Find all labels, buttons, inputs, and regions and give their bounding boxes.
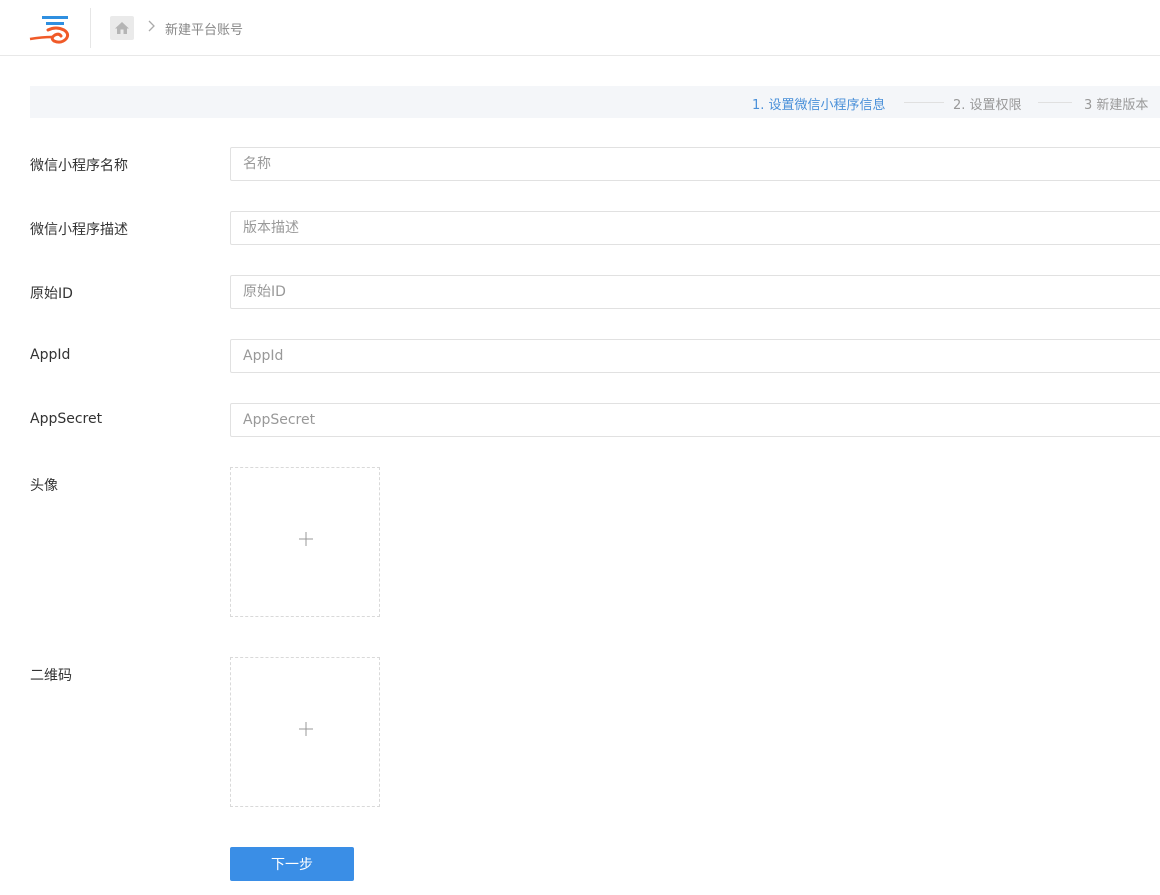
app-secret-input[interactable] [230, 403, 1160, 437]
qrcode-upload[interactable] [230, 657, 380, 807]
plus-icon [299, 722, 313, 736]
cloud-logo-icon[interactable] [28, 14, 74, 46]
name-input[interactable] [230, 147, 1160, 181]
steps-bar: 1. 设置微信小程序信息 2. 设置权限 3 新建版本 [30, 86, 1160, 118]
step-1: 1. 设置微信小程序信息 [752, 98, 886, 113]
home-icon[interactable] [110, 16, 134, 40]
step-connector [1038, 102, 1072, 103]
avatar-upload[interactable] [230, 467, 380, 617]
app-id-label: AppId [30, 347, 71, 363]
original-id-label: 原始ID [30, 286, 73, 302]
chevron-right-icon [147, 18, 157, 38]
qrcode-label: 二维码 [30, 668, 72, 684]
name-label: 微信小程序名称 [30, 158, 128, 174]
next-step-button[interactable]: 下一步 [230, 847, 354, 881]
header-divider [90, 8, 91, 48]
description-input[interactable] [230, 211, 1160, 245]
top-header: 新建平台账号 [0, 0, 1160, 56]
step-2: 2. 设置权限 [953, 98, 1022, 113]
app-id-input[interactable] [230, 339, 1160, 373]
plus-icon [299, 532, 313, 546]
step-3: 3 新建版本 [1084, 98, 1149, 113]
step-connector [904, 102, 944, 103]
avatar-label: 头像 [30, 478, 58, 494]
breadcrumb-current: 新建平台账号 [165, 23, 244, 38]
description-label: 微信小程序描述 [30, 222, 128, 238]
app-secret-label: AppSecret [30, 411, 103, 427]
original-id-input[interactable] [230, 275, 1160, 309]
